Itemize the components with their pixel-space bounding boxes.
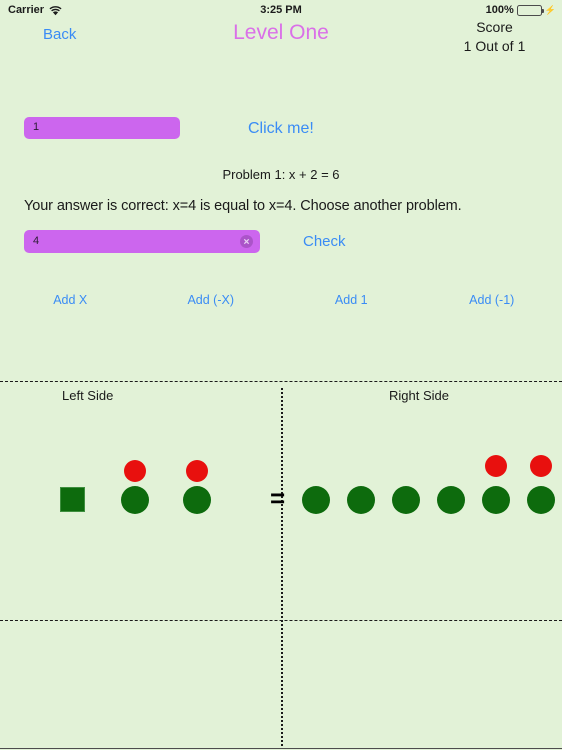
lightning-bolt-icon: ⚡	[544, 4, 556, 15]
token-square-left[interactable]	[60, 487, 85, 512]
left-side-label: Left Side	[62, 388, 114, 403]
score-current: 1	[463, 38, 472, 54]
feedback-message: Your answer is correct: x=4 is equal to …	[24, 198, 462, 214]
score-outof-label: Out of	[475, 38, 514, 54]
score-total: 1	[517, 38, 526, 54]
score-value: 1 Out of 1	[437, 36, 552, 56]
balance-top-divider	[0, 381, 562, 382]
token-circle-red-right[interactable]	[485, 455, 507, 477]
token-circle-red-right[interactable]	[530, 455, 552, 477]
status-bar-right: 100% ⚡	[486, 4, 556, 16]
clear-circle-icon[interactable]	[240, 235, 253, 248]
token-circle-green-right[interactable]	[302, 486, 330, 514]
status-bar: Carrier 3:25 PM 100% ⚡	[0, 0, 562, 20]
token-circle-green-left[interactable]	[183, 486, 211, 514]
token-circle-red-left[interactable]	[186, 460, 208, 482]
answer-input[interactable]: 4	[24, 230, 260, 253]
balance-center-divider	[281, 388, 283, 746]
token-circle-green-right[interactable]	[437, 486, 465, 514]
right-side-label: Right Side	[389, 388, 449, 403]
score-display: Score 1 Out of 1	[437, 19, 552, 56]
score-label: Score	[476, 19, 513, 35]
token-circle-green-right[interactable]	[392, 486, 420, 514]
token-circle-green-right[interactable]	[482, 486, 510, 514]
status-bar-clock: 3:25 PM	[260, 4, 302, 16]
problem-statement: Problem 1: x + 2 = 6	[222, 167, 340, 182]
x-value-input[interactable]: 1	[24, 117, 180, 139]
token-circle-green-right[interactable]	[347, 486, 375, 514]
equals-sign: =	[270, 483, 286, 513]
battery-icon	[516, 4, 545, 16]
token-circle-green-left[interactable]	[121, 486, 149, 514]
answer-input-value: 4	[33, 235, 40, 247]
battery-percent-label: 100%	[485, 4, 514, 16]
operations-toolbar: Add X Add (-X) Add 1 Add (-1)	[0, 293, 562, 307]
add-one-button[interactable]: Add 1	[281, 293, 422, 307]
navigation-bar: Back Level One Score 1 Out of 1	[0, 19, 562, 64]
add-negative-one-button[interactable]: Add (-1)	[422, 293, 562, 307]
bottom-border	[0, 748, 562, 749]
click-me-button[interactable]: Click me!	[248, 120, 314, 138]
token-circle-green-right[interactable]	[527, 486, 555, 514]
add-negative-x-button[interactable]: Add (-X)	[141, 293, 282, 307]
add-x-button[interactable]: Add X	[0, 293, 141, 307]
check-button[interactable]: Check	[303, 233, 346, 250]
token-circle-red-left[interactable]	[124, 460, 146, 482]
